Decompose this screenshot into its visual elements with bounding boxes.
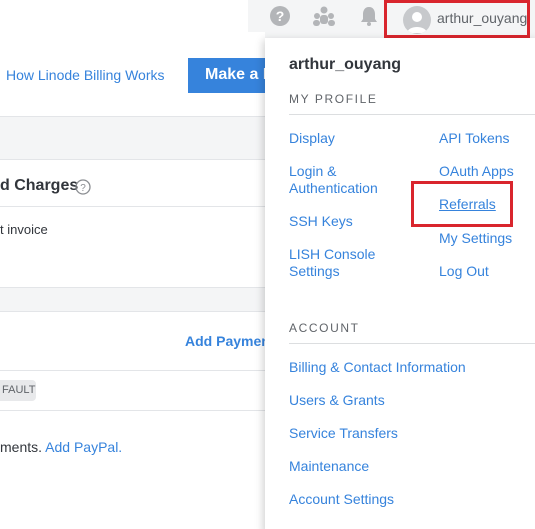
payment-divider-1 — [0, 370, 265, 371]
my-profile-header: MY PROFILE — [289, 92, 378, 106]
user-menu-button[interactable]: arthur_ouyang — [384, 0, 530, 38]
top-bar-left-area — [0, 0, 248, 32]
account-header: ACCOUNT — [289, 321, 360, 335]
menu-item-maintenance[interactable]: Maintenance — [289, 458, 369, 475]
notifications-bell-icon[interactable] — [358, 5, 380, 27]
billing-info-link[interactable]: How Linode Billing Works — [6, 67, 164, 83]
charges-title: d Charges — [0, 177, 79, 194]
add-payment-method-link[interactable]: Add Payment — [185, 333, 274, 349]
user-avatar-icon — [403, 6, 431, 34]
menu-item-display[interactable]: Display — [289, 130, 335, 147]
menu-item-billing-contact[interactable]: Billing & Contact Information — [289, 359, 466, 376]
default-badge: FAULT — [0, 380, 36, 401]
charges-help-icon[interactable]: ? — [75, 179, 91, 200]
user-dropdown-menu: arthur_ouyang MY PROFILE Display Login &… — [265, 38, 535, 529]
menu-item-my-settings[interactable]: My Settings — [439, 230, 512, 247]
help-icon[interactable]: ? — [269, 5, 291, 27]
svg-text:?: ? — [80, 183, 86, 194]
add-paypal-link[interactable]: Add PayPal. — [45, 439, 122, 455]
top-bar: ? arthur_ouyang — [0, 0, 535, 38]
menu-item-api-tokens[interactable]: API Tokens — [439, 130, 510, 147]
my-profile-divider — [289, 114, 535, 115]
menu-username: arthur_ouyang — [289, 56, 402, 73]
menu-item-ssh-keys[interactable]: SSH Keys — [289, 213, 353, 230]
community-icon[interactable] — [312, 5, 336, 27]
payment-methods-text: ments. Add PayPal. — [0, 439, 122, 455]
payment-divider-2 — [0, 410, 265, 411]
menu-item-login-authentication[interactable]: Login & Authentication — [289, 163, 378, 197]
charges-divider — [0, 206, 265, 207]
menu-item-log-out[interactable]: Log Out — [439, 263, 489, 280]
invoice-text: t invoice — [0, 222, 48, 237]
svg-text:?: ? — [276, 8, 285, 24]
menu-item-lish-console-settings[interactable]: LISH Console Settings — [289, 246, 375, 280]
topbar-username: arthur_ouyang — [437, 10, 528, 26]
menu-item-service-transfers[interactable]: Service Transfers — [289, 425, 398, 442]
payment-methods-label: ments. — [0, 439, 43, 455]
menu-item-account-settings[interactable]: Account Settings — [289, 491, 394, 508]
menu-item-referrals[interactable]: Referrals — [439, 196, 496, 213]
menu-item-oauth-apps[interactable]: OAuth Apps — [439, 163, 514, 180]
menu-item-users-grants[interactable]: Users & Grants — [289, 392, 385, 409]
account-divider — [289, 343, 535, 344]
